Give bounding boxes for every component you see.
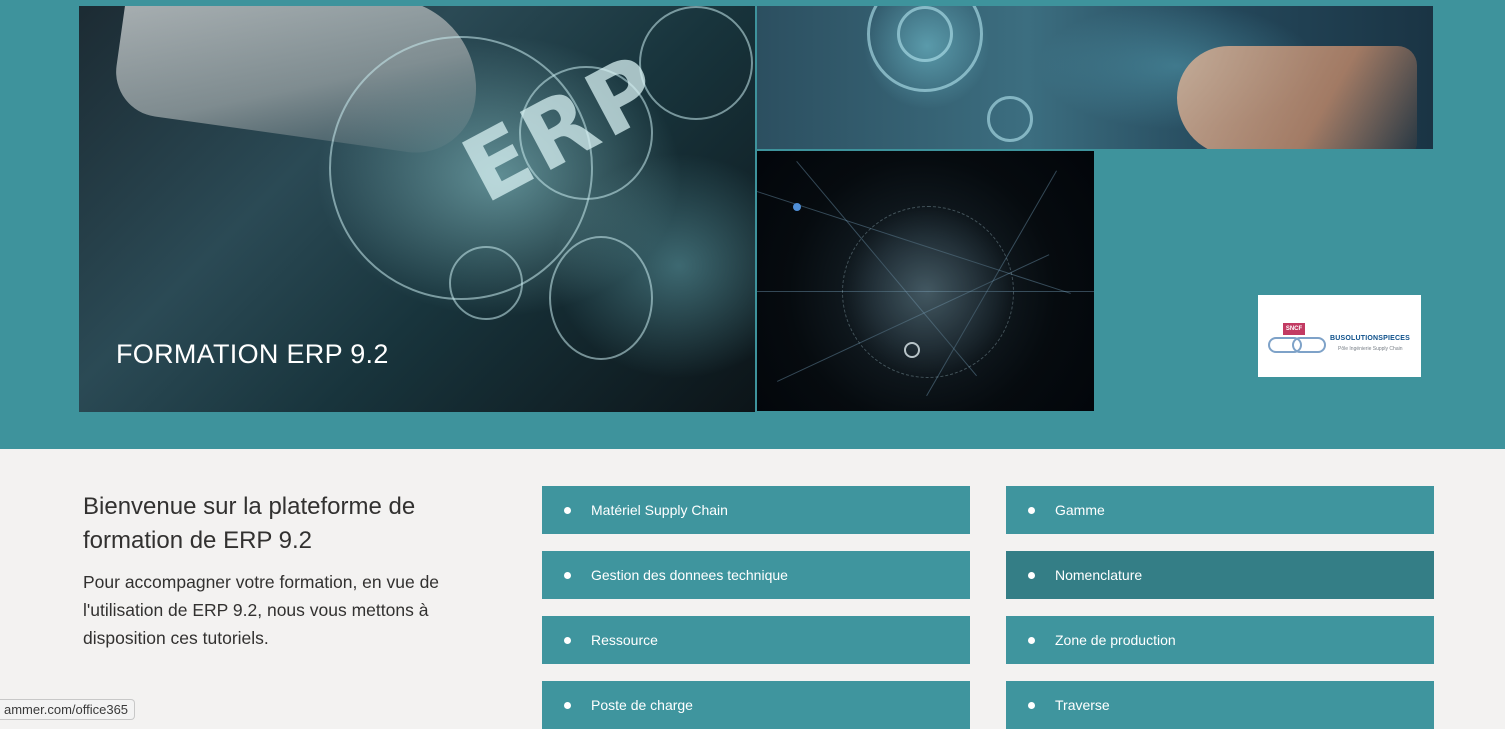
hero-image-tablet <box>757 6 1433 149</box>
sncf-badge: SNCF <box>1283 323 1305 335</box>
hero-title: FORMATION ERP 9.2 <box>116 339 389 369</box>
nav-button-label: Ressource <box>591 632 658 648</box>
bullet-icon <box>1028 701 1035 709</box>
nav-button-nomenclature[interactable]: Nomenclature <box>1006 551 1434 599</box>
nav-button-poste-de-charge[interactable]: Poste de charge <box>542 681 970 729</box>
bullet-icon <box>564 701 571 709</box>
company-logo: SNCF BUSOLUTIONSPIECES Pôle Ingénierie S… <box>1258 295 1421 377</box>
hand-graphic <box>1177 46 1417 149</box>
nav-button-gestion-donnees-technique[interactable]: Gestion des donnees technique <box>542 551 970 599</box>
browser-status-url: ammer.com/office365 <box>0 699 136 720</box>
hud-ring <box>897 6 953 62</box>
nav-button-label: Gestion des donnees technique <box>591 567 788 583</box>
bullet-icon <box>1028 506 1035 514</box>
hero-image-erp: ERP FORMATION ERP 9.2 <box>79 6 755 412</box>
bullet-icon <box>564 506 571 514</box>
nav-button-label: Traverse <box>1055 697 1110 713</box>
bullet-icon <box>564 636 571 644</box>
bullet-icon <box>1028 571 1035 579</box>
bullet-icon <box>1028 636 1035 644</box>
nav-button-materiel-supply-chain[interactable]: Matériel Supply Chain <box>542 486 970 534</box>
network-node <box>793 203 801 211</box>
nav-button-label: Zone de production <box>1055 632 1176 648</box>
hero-banner: ERP FORMATION ERP 9.2 SNCF BUSOLUTIONSPI… <box>0 0 1505 449</box>
nav-button-label: Matériel Supply Chain <box>591 502 728 518</box>
nav-button-label: Nomenclature <box>1055 567 1143 583</box>
nav-button-zone-de-production[interactable]: Zone de production <box>1006 616 1434 664</box>
hud-ring <box>549 236 653 360</box>
nav-button-ressource[interactable]: Ressource <box>542 616 970 664</box>
logo-brand-text: BUSOLUTIONSPIECES <box>1330 335 1411 342</box>
hud-ring <box>987 96 1033 142</box>
hero-image-network <box>757 151 1094 411</box>
bullet-icon <box>564 571 571 579</box>
welcome-heading: Bienvenue sur la plateforme de formation… <box>83 493 416 554</box>
chain-link-icon <box>1268 337 1326 353</box>
nav-button-gamme[interactable]: Gamme <box>1006 486 1434 534</box>
logo-tagline: Pôle Ingénierie Supply Chain <box>1338 346 1403 352</box>
nav-button-traverse[interactable]: Traverse <box>1006 681 1434 729</box>
nav-button-label: Gamme <box>1055 502 1105 518</box>
hud-ring <box>449 246 523 320</box>
network-node <box>904 342 920 358</box>
nav-button-label: Poste de charge <box>591 697 693 713</box>
welcome-section: Bienvenue sur la plateforme de formation… <box>83 490 513 652</box>
tech-orb-graphic <box>842 206 1014 378</box>
welcome-text: Pour accompagner votre formation, en vue… <box>83 572 440 648</box>
